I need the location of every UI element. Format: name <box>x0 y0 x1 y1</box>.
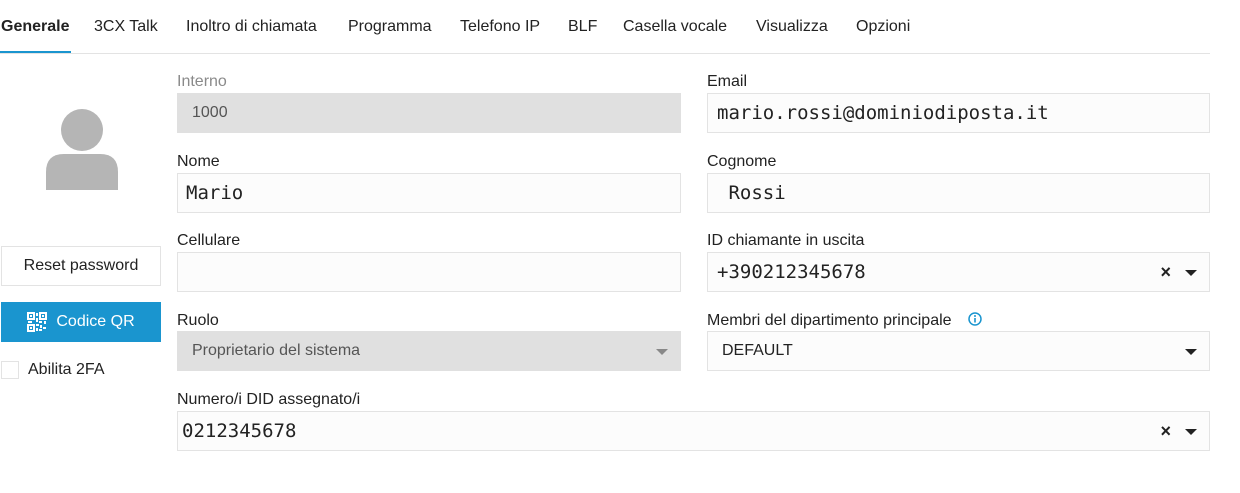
tab-generale[interactable]: Generale <box>1 18 69 36</box>
clear-icon[interactable]: × <box>1160 421 1171 442</box>
tab-blf[interactable]: BLF <box>568 18 597 36</box>
interno-label: Interno <box>177 73 227 90</box>
cellulare-label: Cellulare <box>177 232 241 249</box>
enable-2fa-row: Abilita 2FA <box>1 360 104 380</box>
caret-down-icon[interactable] <box>1185 429 1197 435</box>
id-chiamante-select[interactable]: +390212345678 × <box>707 252 1210 292</box>
tab-visualizza[interactable]: Visualizza <box>756 18 828 36</box>
nome-field[interactable]: Mario <box>177 173 681 213</box>
ruolo-label: Ruolo <box>177 312 219 329</box>
user-avatar-icon <box>44 106 120 192</box>
reset-password-label: Reset password <box>23 257 139 274</box>
membri-label: Membri del dipartimento principale <box>707 312 952 329</box>
tab-bar: Generale 3CX Talk Inoltro di chiamata Pr… <box>0 0 1210 54</box>
tab-casella-vocale[interactable]: Casella vocale <box>623 18 727 36</box>
interno-field: 1000 <box>177 93 681 133</box>
email-label: Email <box>707 73 748 90</box>
enable-2fa-label: Abilita 2FA <box>28 361 105 378</box>
id-chiamante-label: ID chiamante in uscita <box>707 232 865 249</box>
nome-value: Mario <box>186 182 244 204</box>
nome-label: Nome <box>177 153 220 170</box>
qr-code-label: Codice QR <box>56 313 135 330</box>
email-value: mario.rossi@dominiodiposta.it <box>717 102 1049 124</box>
tab-telefono-ip[interactable]: Telefono IP <box>460 18 540 36</box>
qr-code-button[interactable]: Codice QR <box>1 302 161 342</box>
reset-password-button[interactable]: Reset password <box>1 246 161 286</box>
tab-programma[interactable]: Programma <box>348 18 432 36</box>
did-label: Numero/i DID assegnato/i <box>177 391 361 408</box>
membri-value: DEFAULT <box>722 342 793 359</box>
qr-code-icon <box>27 312 48 332</box>
did-select[interactable]: 0212345678 × <box>177 411 1210 451</box>
cellulare-field[interactable] <box>177 252 681 292</box>
caret-down-icon <box>656 349 668 355</box>
cognome-value: Rossi <box>717 182 786 204</box>
membri-select[interactable]: DEFAULT <box>707 331 1210 371</box>
tab-3cx-talk[interactable]: 3CX Talk <box>94 18 158 36</box>
interno-value: 1000 <box>192 104 228 121</box>
enable-2fa-checkbox[interactable] <box>1 361 19 379</box>
id-chiamante-value: +390212345678 <box>717 261 866 283</box>
tab-inoltro-di-chiamata[interactable]: Inoltro di chiamata <box>186 18 317 36</box>
info-icon[interactable] <box>968 312 982 326</box>
caret-down-icon[interactable] <box>1185 270 1197 276</box>
cognome-label: Cognome <box>707 153 777 170</box>
active-tab-indicator <box>0 51 71 53</box>
caret-down-icon[interactable] <box>1185 349 1197 355</box>
ruolo-select: Proprietario del sistema <box>177 331 681 371</box>
email-field[interactable]: mario.rossi@dominiodiposta.it <box>707 93 1210 133</box>
did-value: 0212345678 <box>182 420 297 442</box>
cognome-field[interactable]: Rossi <box>707 173 1210 213</box>
ruolo-value: Proprietario del sistema <box>192 342 361 359</box>
tab-opzioni[interactable]: Opzioni <box>856 18 910 36</box>
clear-icon[interactable]: × <box>1160 262 1171 283</box>
